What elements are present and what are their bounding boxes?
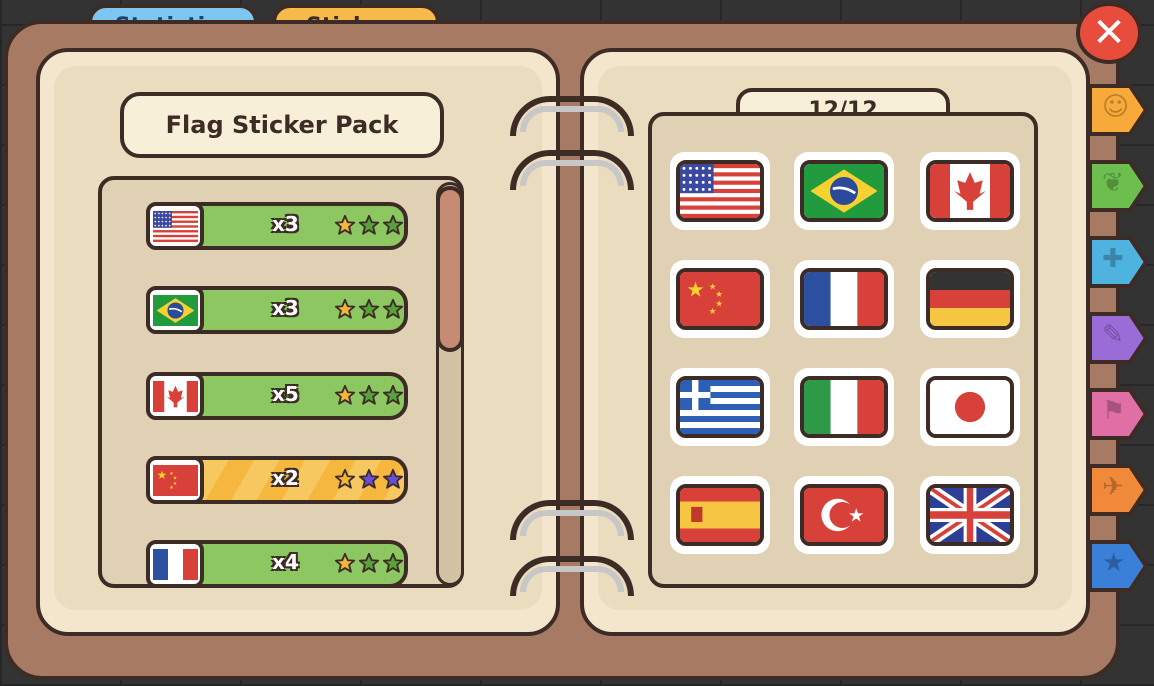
gold-star-icon <box>334 298 356 319</box>
purple-star-icon <box>358 468 380 489</box>
spain-flag-icon <box>676 484 764 546</box>
svg-text:★: ★ <box>686 277 704 301</box>
greece-flag-icon <box>676 376 764 438</box>
star-rating <box>334 552 406 578</box>
germany-flag-icon <box>926 268 1014 330</box>
france-flag-icon <box>146 540 204 588</box>
star-rating <box>334 384 406 410</box>
close-icon: ✕ <box>1092 10 1126 56</box>
brazil-flag-icon <box>800 160 888 222</box>
green-star-icon <box>358 384 380 405</box>
sticker-row-canada[interactable]: x5 <box>146 372 408 420</box>
canada-flag-icon <box>146 372 204 420</box>
sticker-count: x4 <box>272 550 299 574</box>
sticker-row-china[interactable]: ★ ★ ★ ★ ★ x2 <box>146 456 408 504</box>
flag-icon: ⚑ <box>1102 396 1126 426</box>
china-flag-icon: ★ ★ ★ ★ ★ <box>676 268 764 330</box>
sticker-count: x5 <box>272 382 299 406</box>
green-star-icon <box>358 214 380 235</box>
side-tab-leaf[interactable]: ❦ <box>1088 158 1148 214</box>
pack-title-plate: Flag Sticker Pack <box>120 92 444 158</box>
svg-text:★: ★ <box>157 468 168 482</box>
china-flag-icon: ★ ★ ★ ★ ★ <box>146 456 204 504</box>
sticker-count: x3 <box>272 212 299 236</box>
sticker-slot-brazil[interactable] <box>794 152 894 230</box>
star-rating <box>334 214 406 240</box>
puzzle-icon: ✚ <box>1102 244 1124 274</box>
usa-flag-icon <box>676 160 764 222</box>
svg-text:★: ★ <box>709 307 717 317</box>
gold-star-icon <box>334 384 356 405</box>
sticker-slot-italy[interactable] <box>794 368 894 446</box>
gold-star-icon <box>334 468 356 489</box>
close-button[interactable]: ✕ <box>1076 2 1142 64</box>
sticker-slot-france[interactable] <box>794 260 894 338</box>
sticker-row-brazil[interactable]: x3 <box>146 286 408 334</box>
sticker-count: x2 <box>272 466 299 490</box>
binder-ring <box>510 150 634 190</box>
turkey-flag-icon: ★ <box>800 484 888 546</box>
sticker-slot-turkey[interactable]: ★ <box>794 476 894 554</box>
sticker-slot-japan[interactable] <box>920 368 1020 446</box>
green-star-icon <box>382 298 404 319</box>
green-star-icon <box>358 552 380 573</box>
plane-icon: ✈ <box>1102 472 1124 502</box>
green-star-icon <box>382 384 404 405</box>
side-tab-star[interactable]: ★ <box>1088 538 1148 594</box>
france-flag-icon <box>800 268 888 330</box>
canada-flag-icon <box>926 160 1014 222</box>
green-star-icon <box>382 552 404 573</box>
uk-flag-icon <box>926 484 1014 546</box>
pack-title: Flag Sticker Pack <box>165 111 399 139</box>
svg-text:★: ★ <box>169 485 174 491</box>
japan-flag-icon <box>926 376 1014 438</box>
sticker-slot-canada[interactable] <box>920 152 1020 230</box>
sticker-slot-china[interactable]: ★ ★ ★ ★ ★ <box>670 260 770 338</box>
leaf-icon: ❦ <box>1102 168 1124 198</box>
sticker-row-usa[interactable]: x3 <box>146 202 408 250</box>
gold-star-icon <box>334 214 356 235</box>
sticker-slot-usa[interactable] <box>670 152 770 230</box>
wrench-icon: ✎ <box>1102 320 1124 350</box>
sticker-count: x3 <box>272 296 299 320</box>
star-rating <box>334 468 406 494</box>
brazil-flag-icon <box>146 286 204 334</box>
svg-text:★: ★ <box>848 505 864 526</box>
sticker-slot-greece[interactable] <box>670 368 770 446</box>
side-tab-flag[interactable]: ⚑ <box>1088 386 1148 442</box>
side-tab-face[interactable]: ☺ <box>1088 82 1148 138</box>
binder-ring <box>510 500 634 540</box>
star-rating <box>334 298 406 324</box>
sticker-row-france[interactable]: x4 <box>146 540 408 588</box>
face-icon: ☺ <box>1102 92 1130 122</box>
gold-star-icon <box>334 552 356 573</box>
green-star-icon <box>382 214 404 235</box>
star-icon: ★ <box>1102 548 1126 578</box>
italy-flag-icon <box>800 376 888 438</box>
side-tab-puzzle[interactable]: ✚ <box>1088 234 1148 290</box>
sticker-slot-spain[interactable] <box>670 476 770 554</box>
purple-star-icon <box>382 468 404 489</box>
sticker-slot-uk[interactable] <box>920 476 1020 554</box>
svg-text:★: ★ <box>715 290 723 300</box>
green-star-icon <box>358 298 380 319</box>
binder-ring <box>510 556 634 596</box>
sticker-slot-germany[interactable] <box>920 260 1020 338</box>
binder-ring <box>510 96 634 136</box>
usa-flag-icon <box>146 202 204 250</box>
side-tab-wrench[interactable]: ✎ <box>1088 310 1148 366</box>
side-tab-plane[interactable]: ✈ <box>1088 462 1148 518</box>
scrollbar-thumb[interactable] <box>436 186 464 352</box>
